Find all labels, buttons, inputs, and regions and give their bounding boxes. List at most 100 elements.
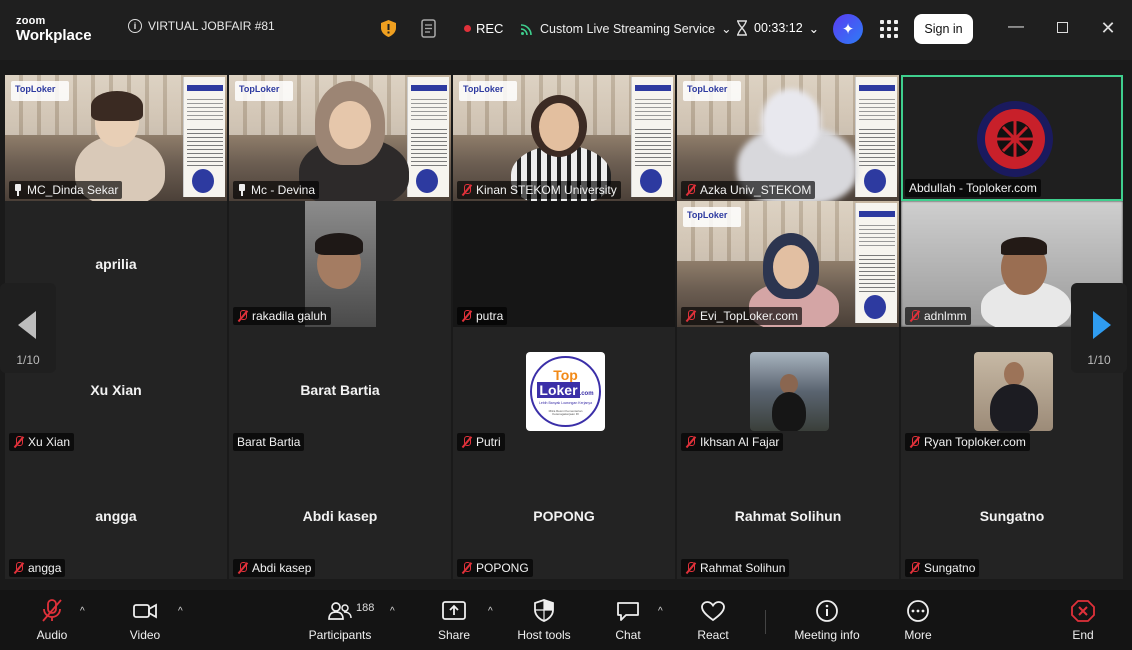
participant-tile[interactable]: Ikhsan Al Fajar	[677, 327, 899, 453]
program-poster	[855, 77, 897, 197]
program-poster	[855, 203, 897, 323]
video-button[interactable]: Video	[124, 590, 166, 650]
participant-name-label: Ryan Toploker.com	[905, 433, 1030, 451]
participant-name-label: Azka Univ_STEKOM	[681, 181, 816, 199]
participant-tile[interactable]: rakadila galuh	[229, 201, 451, 327]
participant-name-label: angga	[9, 559, 66, 577]
end-meeting-button[interactable]: End	[1066, 590, 1100, 650]
active-speaker-tile[interactable]: Abdullah - Toploker.com	[901, 75, 1123, 201]
share-screen-icon	[442, 601, 466, 620]
participants-button[interactable]: Participants	[305, 590, 375, 650]
maximize-icon[interactable]	[1052, 20, 1072, 35]
muted-microphone-icon	[42, 599, 62, 622]
close-icon[interactable]: ✕	[1098, 18, 1118, 39]
participant-display-name: POPONG	[533, 508, 595, 524]
muted-mic-icon	[461, 562, 472, 574]
recording-indicator[interactable]: REC	[464, 21, 503, 36]
participant-tile[interactable]: Barat Bartia Barat Bartia	[229, 327, 451, 453]
participant-name-label: MC_Dinda Sekar	[9, 181, 123, 199]
share-options-chevron-icon[interactable]: ^	[488, 606, 493, 617]
more-dots-icon	[907, 600, 929, 622]
page-indicator: 1/10	[16, 353, 40, 367]
participants-options-chevron-icon[interactable]: ^	[390, 606, 395, 617]
participant-tile[interactable]: TopLoker Evi_TopLoker.com	[677, 201, 899, 327]
toploker-brand-logo: TopLoker	[235, 81, 293, 101]
muted-mic-icon	[685, 184, 696, 196]
participant-tile[interactable]: Sungatno Sungatno	[901, 453, 1123, 579]
muted-mic-icon	[237, 562, 248, 574]
end-call-icon	[1071, 600, 1095, 622]
participant-tile[interactable]: TopLoker Azka Univ_STEKOM	[677, 75, 899, 201]
arrow-left-icon	[18, 311, 36, 339]
live-stream-indicator[interactable]: Custom Live Streaming Service ⌄	[520, 21, 732, 36]
participant-display-name: Abdi kasep	[302, 508, 378, 524]
participant-tile[interactable]: Rahmat Solihun Rahmat Solihun	[677, 453, 899, 579]
participant-tile[interactable]: angga angga	[5, 453, 227, 579]
muted-mic-icon	[237, 310, 248, 322]
program-poster	[407, 77, 449, 197]
record-dot-icon	[464, 25, 471, 32]
rec-label: REC	[476, 21, 504, 36]
apps-grid-icon[interactable]	[880, 20, 898, 38]
hourglass-icon	[737, 20, 747, 36]
chat-options-chevron-icon[interactable]: ^	[658, 606, 663, 617]
muted-mic-icon	[685, 310, 696, 322]
summary-doc-icon[interactable]	[421, 19, 439, 39]
security-shield-icon[interactable]	[381, 20, 396, 37]
chat-button[interactable]: Chat	[610, 590, 646, 650]
muted-mic-icon	[461, 436, 472, 448]
logo-zoom-text: zoom	[16, 15, 46, 27]
participant-display-name: Barat Bartia	[300, 382, 380, 398]
previous-page-button[interactable]: 1/10	[0, 283, 56, 373]
participant-avatar-photo	[974, 352, 1053, 431]
participant-tile[interactable]: TopLoker MC_Dinda Sekar	[5, 75, 227, 201]
participant-display-name: angga	[95, 508, 137, 524]
participant-tile[interactable]: TopLoker Mc - Devina	[229, 75, 451, 201]
university-emblem-icon	[977, 101, 1053, 177]
participant-tile[interactable]: Abdi kasep Abdi kasep	[229, 453, 451, 579]
chevron-down-icon: ⌄	[721, 22, 732, 36]
participant-name-label: adnlmm	[905, 307, 971, 325]
muted-mic-icon	[909, 562, 920, 574]
participant-tile[interactable]: POPONG POPONG	[453, 453, 675, 579]
chevron-down-icon: ⌄	[808, 21, 820, 36]
more-label: More	[904, 628, 932, 642]
muted-mic-icon	[909, 436, 920, 448]
info-icon[interactable]: i	[128, 19, 142, 33]
program-poster	[183, 77, 225, 197]
audio-button[interactable]: Audio	[32, 590, 72, 650]
more-button[interactable]: More	[900, 590, 936, 650]
gallery-grid: TopLoker MC_Dinda Sekar TopLoker Mc - De…	[5, 75, 1127, 590]
meeting-title[interactable]: i VIRTUAL JOBFAIR #81	[128, 19, 275, 33]
muted-mic-icon	[685, 436, 696, 448]
video-options-chevron-icon[interactable]: ^	[178, 606, 183, 617]
video-camera-icon	[133, 603, 157, 619]
logo-workplace-text: Workplace	[16, 27, 92, 44]
timer-text: 00:33:12	[754, 21, 803, 35]
ai-companion-sparkle-icon[interactable]: ✦	[833, 14, 863, 44]
meeting-timer[interactable]: 00:33:12 ⌄	[736, 20, 819, 36]
participant-tile[interactable]: Top Loker .com Lebih Banyak Lowongan Kerj…	[453, 327, 675, 453]
meeting-toolbar: Audio ^ Video ^ Participants 188 ^ Share…	[0, 590, 1132, 650]
participant-name-label: Abdi kasep	[233, 559, 316, 577]
participant-name-label: Ikhsan Al Fajar	[681, 433, 784, 451]
minimize-icon[interactable]: —	[1006, 18, 1026, 36]
program-poster	[631, 77, 673, 197]
share-button[interactable]: Share	[436, 590, 472, 650]
chat-bubble-icon	[617, 602, 639, 621]
sign-in-button[interactable]: Sign in	[914, 14, 973, 44]
participant-tile[interactable]: TopLoker Kinan STEKOM University	[453, 75, 675, 201]
react-button[interactable]: React	[693, 590, 733, 650]
participant-display-name: aprilia	[95, 256, 137, 272]
participant-name-label: POPONG	[457, 559, 533, 577]
meeting-info-button[interactable]: Meeting info	[790, 590, 864, 650]
audio-options-chevron-icon[interactable]: ^	[80, 606, 85, 617]
host-tools-button[interactable]: Host tools	[514, 590, 574, 650]
participant-name-label: Evi_TopLoker.com	[681, 307, 803, 325]
participant-name-label: Xu Xian	[9, 433, 75, 451]
participants-count: 188	[356, 602, 375, 614]
next-page-button[interactable]: 1/10	[1071, 283, 1127, 373]
participant-tile[interactable]: putra	[453, 201, 675, 327]
chat-label: Chat	[615, 628, 641, 642]
participant-name-label: putra	[457, 307, 508, 325]
